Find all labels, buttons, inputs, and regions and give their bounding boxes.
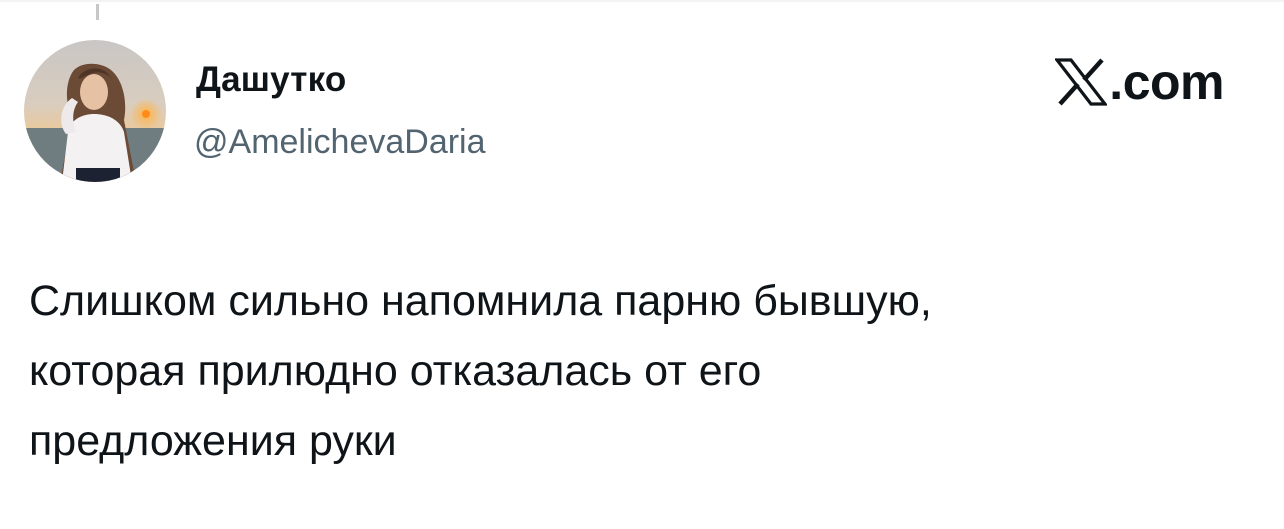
x-brand-domain: .com <box>1109 54 1224 110</box>
avatar-photo <box>24 40 166 182</box>
tweet-text-line: Слишком сильно напомнила парню бывшую, <box>29 277 932 325</box>
x-logo-icon <box>1055 58 1108 106</box>
avatar[interactable] <box>24 40 166 182</box>
x-brand-watermark: .com <box>1055 54 1224 110</box>
author-handle[interactable]: @AmelichevaDaria <box>194 123 486 162</box>
author-display-name[interactable]: Дашутко <box>196 60 346 100</box>
tweet-text-line: которая прилюдно отказалась от его <box>29 347 762 395</box>
top-divider <box>0 0 1284 2</box>
thread-line <box>96 4 99 20</box>
tweet-text-line: предложения руки <box>29 417 397 465</box>
tweet-text: Слишком сильно напомнила парню бывшую, к… <box>29 266 1229 476</box>
